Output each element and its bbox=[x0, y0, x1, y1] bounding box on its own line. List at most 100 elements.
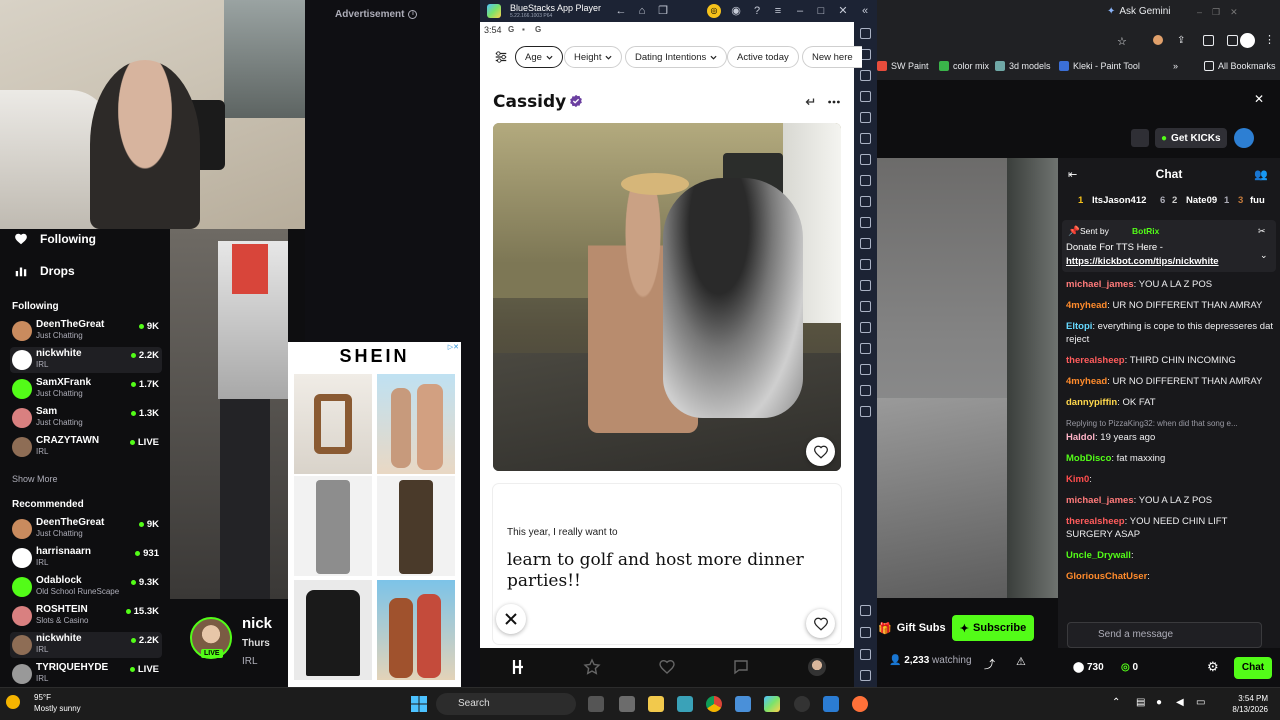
bluestacks-taskbar-icon[interactable] bbox=[764, 696, 780, 712]
recents-icon[interactable] bbox=[860, 670, 871, 681]
eco-mode-icon[interactable] bbox=[860, 343, 871, 354]
taskbar-search[interactable]: Search bbox=[436, 693, 576, 715]
location-icon[interactable] bbox=[860, 301, 871, 312]
channel-row[interactable]: Sam Just Chatting 1.3K bbox=[10, 405, 162, 431]
chat-username[interactable]: Haldol bbox=[1066, 432, 1095, 443]
channel-row[interactable]: DeenTheGreat Just Chatting 9K bbox=[10, 318, 162, 344]
belt-product[interactable] bbox=[294, 374, 372, 474]
upload-icon[interactable]: ⇪ bbox=[1177, 35, 1185, 46]
task-view-icon[interactable] bbox=[588, 696, 604, 712]
swimwear-product[interactable] bbox=[377, 374, 455, 474]
windows-start-icon[interactable] bbox=[411, 696, 427, 712]
channel-row[interactable]: ROSHTEIN Slots & Casino 15.3K bbox=[10, 603, 162, 629]
couple-outfit-product[interactable] bbox=[377, 580, 455, 680]
minimize-icon[interactable]: – bbox=[793, 4, 807, 18]
chat-username[interactable]: michael_james bbox=[1066, 279, 1134, 290]
network-icon[interactable]: ▤ bbox=[1136, 697, 1145, 708]
bookmark-item[interactable]: color mix bbox=[939, 61, 989, 71]
close-icon[interactable]: ✕ bbox=[1254, 92, 1264, 106]
chat-send-button[interactable]: Chat bbox=[1234, 657, 1272, 679]
nav-following[interactable]: Following bbox=[14, 232, 96, 246]
app-icon[interactable] bbox=[677, 696, 693, 712]
home-nav-icon[interactable] bbox=[860, 649, 871, 660]
send-message-input[interactable]: Send a message bbox=[1067, 622, 1262, 648]
copy-icon[interactable]: ❐ bbox=[656, 4, 670, 18]
channel-row[interactable]: TYRIQUEHYDE IRL LIVE bbox=[10, 661, 162, 687]
subscribe-button[interactable]: ✦ Subscribe bbox=[952, 615, 1034, 641]
filter-age[interactable]: Age bbox=[515, 46, 563, 68]
chat-username[interactable]: GloriousChatUser bbox=[1066, 571, 1147, 582]
ask-gemini-button[interactable]: ✦ Ask Gemini bbox=[1107, 6, 1171, 17]
prompt-card[interactable]: This year, I really want to learn to gol… bbox=[493, 484, 841, 644]
chat-username[interactable]: 4myhead bbox=[1066, 300, 1107, 311]
stream-video[interactable] bbox=[170, 229, 288, 599]
firefox-icon[interactable] bbox=[852, 696, 868, 712]
streamer-name[interactable]: nick bbox=[242, 615, 272, 632]
notepad-icon[interactable] bbox=[619, 696, 635, 712]
channel-row[interactable]: CRAZYTAWN IRL LIVE bbox=[10, 434, 162, 460]
gift-subs-button[interactable]: 🎁 Gift Subs bbox=[878, 616, 948, 640]
chat-username[interactable]: MobDisco bbox=[1066, 453, 1111, 464]
camera-icon[interactable] bbox=[860, 217, 871, 228]
maximize-icon[interactable]: □ bbox=[814, 4, 828, 18]
multi-instance-icon[interactable] bbox=[860, 154, 871, 165]
extension-icon[interactable] bbox=[1153, 35, 1163, 45]
chat-username[interactable]: Uncle_Drywall bbox=[1066, 550, 1131, 561]
chat-settings-gear-icon[interactable]: ⚙ bbox=[1207, 659, 1219, 675]
home-icon[interactable]: ⌂ bbox=[635, 4, 649, 18]
close-icon[interactable]: ✕ bbox=[836, 4, 850, 18]
cargo-pants-brown-product[interactable] bbox=[377, 476, 455, 576]
weather-sun-icon[interactable] bbox=[6, 695, 20, 709]
black-shirt-product[interactable] bbox=[294, 580, 372, 680]
collapse-sidebar-icon[interactable]: « bbox=[858, 4, 872, 18]
stream-video-main[interactable] bbox=[877, 158, 1058, 598]
profile-photo[interactable] bbox=[493, 123, 841, 471]
gifter-name[interactable]: fuu bbox=[1250, 195, 1265, 206]
chat-username[interactable]: dannypiffin bbox=[1066, 397, 1117, 408]
coin-icon[interactable]: ◎ bbox=[707, 4, 721, 18]
keyboard-icon[interactable] bbox=[860, 70, 871, 81]
profile-avatar[interactable] bbox=[1240, 33, 1255, 48]
chat-username[interactable]: michael_james bbox=[1066, 495, 1134, 506]
share-icon[interactable]: ⤴ bbox=[984, 656, 995, 672]
pinned-link[interactable]: https://kickbot.com/tips/nickwhite bbox=[1066, 256, 1219, 267]
file-explorer-icon[interactable] bbox=[648, 696, 664, 712]
bookmark-item[interactable]: 3d models bbox=[995, 61, 1051, 71]
more-options-icon[interactable] bbox=[827, 96, 841, 108]
like-photo-button[interactable] bbox=[806, 437, 835, 466]
gamepad-icon[interactable] bbox=[860, 91, 871, 102]
volume-icon[interactable]: ◀ bbox=[1176, 697, 1184, 708]
weather-widget[interactable]: 95°F Mostly sunny bbox=[34, 692, 81, 714]
more-bookmarks-chevron-icon[interactable]: » bbox=[1173, 61, 1178, 71]
gifter-name[interactable]: Nate09 bbox=[1186, 195, 1217, 206]
show-more-link[interactable]: Show More bbox=[12, 474, 58, 484]
chat-username[interactable]: therealsheep bbox=[1066, 516, 1125, 527]
photos-icon[interactable] bbox=[823, 696, 839, 712]
account-icon[interactable]: ◉ bbox=[729, 4, 743, 18]
window-controls[interactable]: – ❐ ✕ bbox=[1197, 7, 1238, 18]
book-icon[interactable] bbox=[860, 406, 871, 417]
sidepanel-icon[interactable] bbox=[1227, 35, 1238, 46]
info-icon[interactable]: i bbox=[408, 10, 418, 19]
chrome-icon[interactable] bbox=[706, 696, 722, 712]
back-arrow-icon[interactable]: ← bbox=[614, 4, 628, 18]
stream-category[interactable]: IRL bbox=[242, 656, 258, 667]
folder-icon[interactable] bbox=[860, 259, 871, 270]
filter-height[interactable]: Height bbox=[564, 46, 623, 68]
channel-row[interactable]: nickwhite IRL 2.2K bbox=[10, 632, 162, 658]
nav-drops[interactable]: Drops bbox=[14, 264, 75, 278]
report-warning-icon[interactable]: ⚠ bbox=[1016, 655, 1026, 668]
like-prompt-button[interactable] bbox=[806, 609, 835, 638]
tray-chevron-icon[interactable]: ⌃ bbox=[1112, 697, 1120, 708]
all-bookmarks[interactable]: All Bookmarks bbox=[1204, 61, 1276, 71]
obs-icon[interactable] bbox=[794, 696, 810, 712]
sync-icon[interactable] bbox=[860, 385, 871, 396]
shein-ad[interactable]: ▷✕ SHEIN bbox=[288, 342, 461, 687]
extensions-puzzle-icon[interactable] bbox=[1203, 35, 1214, 46]
unpin-icon[interactable]: ✂ bbox=[1258, 226, 1266, 237]
apk-icon[interactable] bbox=[860, 175, 871, 186]
bookmark-item[interactable]: Kleki - Paint Tool bbox=[1059, 61, 1140, 71]
battery-icon[interactable]: ▭ bbox=[1196, 697, 1205, 708]
user-avatar[interactable] bbox=[1234, 128, 1254, 148]
bookmark-star-icon[interactable]: ☆ bbox=[1117, 35, 1127, 48]
